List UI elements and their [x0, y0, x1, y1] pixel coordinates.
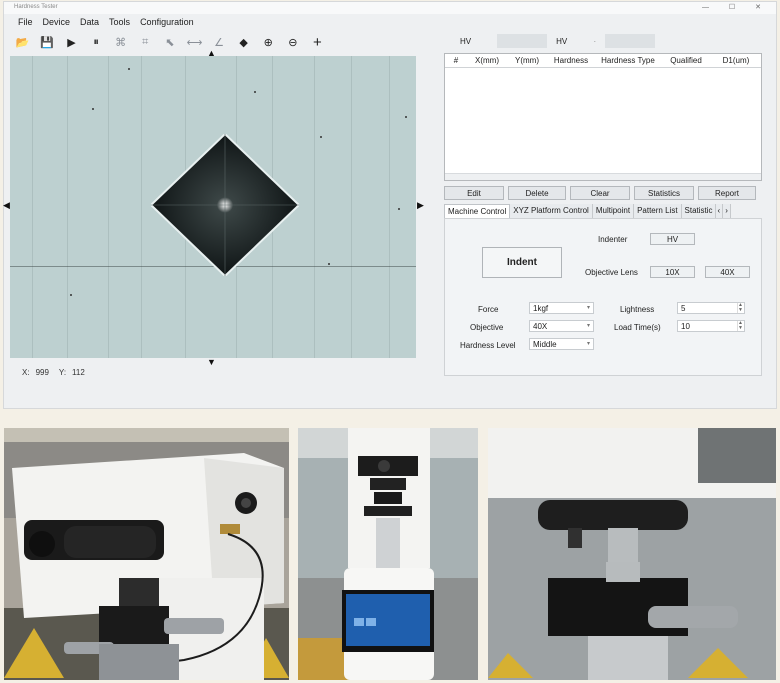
- load-time-spinbox[interactable]: 10 ▲ ▼: [677, 320, 745, 332]
- crosshair-icon[interactable]: +: [305, 33, 330, 51]
- hv-value-box: [497, 34, 548, 48]
- hardness-scale-combo[interactable]: HV ·: [553, 34, 599, 48]
- app-title: Hardness Tester: [14, 4, 58, 10]
- toolbar: 📂 💾 ▶ ⏸ ⌘ ⌗ ⬉ ⟷ ∠ ◆ ⊕ ⊖ +: [4, 32, 444, 52]
- y-value: 112: [72, 368, 85, 377]
- tab-machine-control[interactable]: Machine Control: [444, 204, 511, 218]
- objective-label: Objective: [470, 323, 504, 332]
- table-header: # X(mm) Y(mm) Hardness Hardness Type Qua…: [445, 54, 761, 68]
- edit-button[interactable]: Edit: [444, 186, 504, 200]
- photo-tester-front: [298, 428, 478, 680]
- col-hardness[interactable]: Hardness: [547, 56, 595, 65]
- microscope-viewport[interactable]: [10, 56, 416, 358]
- title-bar: Hardness Tester — ☐ ✕: [4, 2, 776, 14]
- hardness-level-label: Hardness Level: [460, 341, 516, 350]
- col-hardness-type[interactable]: Hardness Type: [595, 56, 661, 65]
- menu-device[interactable]: Device: [38, 14, 76, 31]
- zoom-in-icon[interactable]: ⊕: [256, 33, 281, 51]
- table-actions: Edit Delete Clear Statistics Report: [444, 186, 756, 200]
- play-icon[interactable]: ▶: [59, 33, 84, 51]
- x-value: 999: [35, 368, 49, 377]
- horizontal-measure-icon[interactable]: ⟷: [182, 33, 207, 51]
- force-label: Force: [478, 305, 499, 314]
- load-time-label: Load Time(s): [614, 323, 661, 332]
- indenter-value[interactable]: HV: [650, 233, 695, 245]
- hardness-level-select[interactable]: Middle ▾: [529, 338, 594, 350]
- photo-tester-stage: [488, 428, 776, 680]
- col-index[interactable]: #: [445, 56, 467, 65]
- menu-configuration[interactable]: Configuration: [135, 14, 199, 31]
- tab-multipoint[interactable]: Multipoint: [592, 204, 635, 218]
- menu-data[interactable]: Data: [75, 14, 104, 31]
- crop-icon[interactable]: ⌗: [133, 33, 158, 51]
- lens-40x-button[interactable]: 40X: [705, 266, 750, 278]
- select-pointer-icon[interactable]: ⬉: [158, 33, 183, 51]
- eraser-icon[interactable]: ◆: [231, 33, 256, 51]
- y-label: Y:: [58, 368, 67, 377]
- tab-bar: Machine Control XYZ Platform Control Mul…: [444, 204, 731, 218]
- hardness-header: HV HV ·: [444, 34, 656, 48]
- x-label: X:: [22, 368, 30, 377]
- tab-scroll-left-icon[interactable]: ‹: [715, 204, 724, 218]
- top-marker-icon: ▲: [207, 48, 216, 58]
- open-folder-icon[interactable]: 📂: [10, 33, 35, 51]
- force-select[interactable]: 1kgf ▾: [529, 302, 594, 314]
- left-marker-icon: ◀: [3, 200, 10, 210]
- results-table[interactable]: # X(mm) Y(mm) Hardness Hardness Type Qua…: [444, 53, 762, 181]
- zoom-out-icon[interactable]: ⊖: [281, 33, 306, 51]
- tab-statistic[interactable]: Statistic: [681, 204, 716, 218]
- pause-icon[interactable]: ⏸: [84, 33, 109, 51]
- lens-10x-button[interactable]: 10X: [650, 266, 695, 278]
- bottom-marker-icon: ▼: [207, 357, 216, 367]
- table-scrollbar[interactable]: [445, 173, 761, 180]
- menu-tools[interactable]: Tools: [104, 14, 135, 31]
- tab-scroll-right-icon[interactable]: ›: [723, 204, 731, 218]
- objective-lens-label: Objective Lens: [585, 268, 638, 277]
- objective-select[interactable]: 40X ▾: [529, 320, 594, 332]
- lightness-label: Lightness: [620, 305, 655, 314]
- clear-button[interactable]: Clear: [570, 186, 630, 200]
- tab-pattern-list[interactable]: Pattern List: [634, 204, 682, 218]
- auto-measure-icon[interactable]: ⌘: [108, 33, 133, 51]
- hardness-result-box: [605, 34, 656, 48]
- window-controls[interactable]: — ☐ ✕: [702, 3, 770, 11]
- col-x[interactable]: X(mm): [467, 56, 507, 65]
- tab-xyz-platform-control[interactable]: XYZ Platform Control: [510, 204, 593, 218]
- report-button[interactable]: Report: [698, 186, 756, 200]
- col-qualified[interactable]: Qualified: [661, 56, 711, 65]
- indent-button[interactable]: Indent: [482, 247, 562, 278]
- menu-bar: File Device Data Tools Configuration: [4, 14, 776, 31]
- save-icon[interactable]: 💾: [35, 33, 60, 51]
- hv-label: HV: [460, 36, 472, 46]
- indenter-label: Indenter: [598, 235, 628, 244]
- delete-button[interactable]: Delete: [508, 186, 566, 200]
- col-y[interactable]: Y(mm): [507, 56, 547, 65]
- lightness-spinbox[interactable]: 5 ▲ ▼: [677, 302, 745, 314]
- photo-tester-side: [4, 428, 289, 680]
- menu-file[interactable]: File: [13, 14, 38, 31]
- vickers-indent-mark: [151, 134, 299, 276]
- statistics-button[interactable]: Statistics: [634, 186, 694, 200]
- right-marker-icon: ▶: [417, 200, 424, 210]
- cursor-coordinates: X: 999 Y: 112: [22, 368, 85, 377]
- col-d1[interactable]: D1(um): [711, 56, 761, 65]
